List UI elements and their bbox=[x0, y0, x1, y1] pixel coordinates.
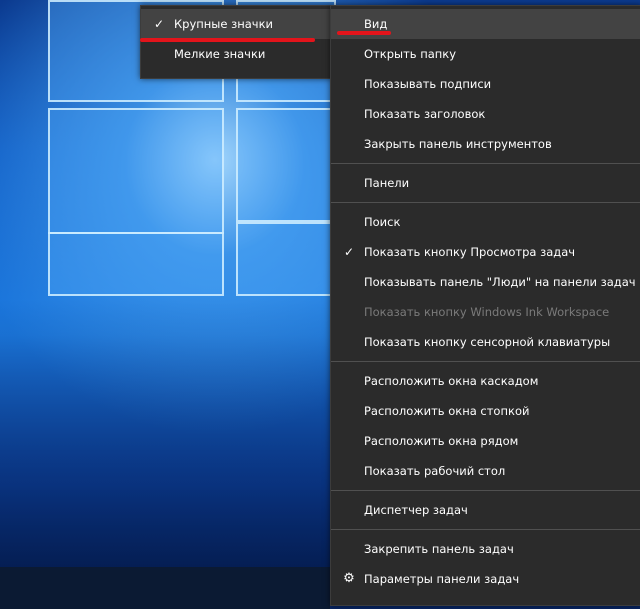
menu-separator bbox=[331, 529, 640, 530]
menu-item-side-by-side[interactable]: Расположить окна рядом bbox=[331, 426, 640, 456]
check-icon: ✓ bbox=[343, 245, 355, 259]
check-icon: ✓ bbox=[153, 17, 165, 31]
window-pane-decoration bbox=[48, 108, 224, 234]
window-pane-decoration bbox=[48, 232, 224, 296]
submenu-item-large-icons[interactable]: ✓ Крупные значки bbox=[141, 9, 331, 39]
menu-item-label: Показать кнопку сенсорной клавиатуры bbox=[364, 335, 611, 349]
menu-item-label: Показать рабочий стол bbox=[364, 464, 506, 478]
menu-item-touch-keyboard[interactable]: Показать кнопку сенсорной клавиатуры bbox=[331, 327, 640, 357]
menu-separator bbox=[331, 490, 640, 491]
menu-item-label: Открыть папку bbox=[364, 47, 457, 61]
menu-separator bbox=[331, 361, 640, 362]
menu-item-stack[interactable]: Расположить окна стопкой bbox=[331, 396, 640, 426]
menu-item-label: Вид bbox=[364, 17, 388, 31]
taskbar-context-menu: Вид Открыть папку Показывать подписи Пок… bbox=[330, 5, 640, 606]
view-submenu: ✓ Крупные значки Мелкие значки bbox=[140, 5, 332, 79]
menu-item-label: Поиск bbox=[364, 215, 401, 229]
annotation-underline bbox=[140, 38, 315, 42]
menu-item-label: Показывать панель "Люди" на панели задач bbox=[364, 275, 636, 289]
menu-item-label: Расположить окна стопкой bbox=[364, 404, 530, 418]
menu-item-label: Диспетчер задач bbox=[364, 503, 468, 517]
menu-item-show-title[interactable]: Показать заголовок bbox=[331, 99, 640, 129]
gear-icon: ⚙ bbox=[343, 571, 355, 586]
menu-separator bbox=[331, 202, 640, 203]
menu-item-people-bar[interactable]: Показывать панель "Люди" на панели задач bbox=[331, 267, 640, 297]
submenu-item-small-icons[interactable]: Мелкие значки bbox=[141, 39, 331, 69]
taskbar[interactable] bbox=[0, 567, 330, 609]
menu-item-label: Расположить окна рядом bbox=[364, 434, 519, 448]
annotation-underline bbox=[337, 31, 391, 35]
menu-item-taskbar-settings[interactable]: ⚙ Параметры панели задач bbox=[331, 564, 640, 594]
menu-item-label: Расположить окна каскадом bbox=[364, 374, 539, 388]
menu-item-search[interactable]: Поиск bbox=[331, 207, 640, 237]
menu-item-show-desktop[interactable]: Показать рабочий стол bbox=[331, 456, 640, 486]
window-pane-decoration bbox=[236, 222, 336, 296]
menu-item-cascade[interactable]: Расположить окна каскадом bbox=[331, 366, 640, 396]
menu-item-open-folder[interactable]: Открыть папку bbox=[331, 39, 640, 69]
menu-item-label: Параметры панели задач bbox=[364, 572, 520, 586]
menu-item-label: Показывать подписи bbox=[364, 77, 492, 91]
menu-item-windows-ink: Показать кнопку Windows Ink Workspace bbox=[331, 297, 640, 327]
submenu-item-label: Крупные значки bbox=[174, 17, 274, 31]
menu-item-label: Показать заголовок bbox=[364, 107, 486, 121]
menu-separator bbox=[331, 163, 640, 164]
menu-item-task-view-button[interactable]: ✓ Показать кнопку Просмотра задач bbox=[331, 237, 640, 267]
menu-item-label: Показать кнопку Windows Ink Workspace bbox=[364, 305, 610, 319]
menu-item-close-toolbar[interactable]: Закрыть панель инструментов bbox=[331, 129, 640, 159]
menu-item-label: Панели bbox=[364, 176, 410, 190]
window-pane-decoration bbox=[236, 108, 336, 222]
menu-item-show-labels[interactable]: Показывать подписи bbox=[331, 69, 640, 99]
menu-item-toolbars[interactable]: Панели bbox=[331, 168, 640, 198]
desktop-shade bbox=[0, 300, 330, 609]
menu-item-label: Показать кнопку Просмотра задач bbox=[364, 245, 576, 259]
submenu-item-label: Мелкие значки bbox=[174, 47, 266, 61]
menu-item-label: Закрепить панель задач bbox=[364, 542, 514, 556]
menu-item-task-manager[interactable]: Диспетчер задач bbox=[331, 495, 640, 525]
menu-item-lock-taskbar[interactable]: Закрепить панель задач bbox=[331, 534, 640, 564]
menu-item-label: Закрыть панель инструментов bbox=[364, 137, 552, 151]
